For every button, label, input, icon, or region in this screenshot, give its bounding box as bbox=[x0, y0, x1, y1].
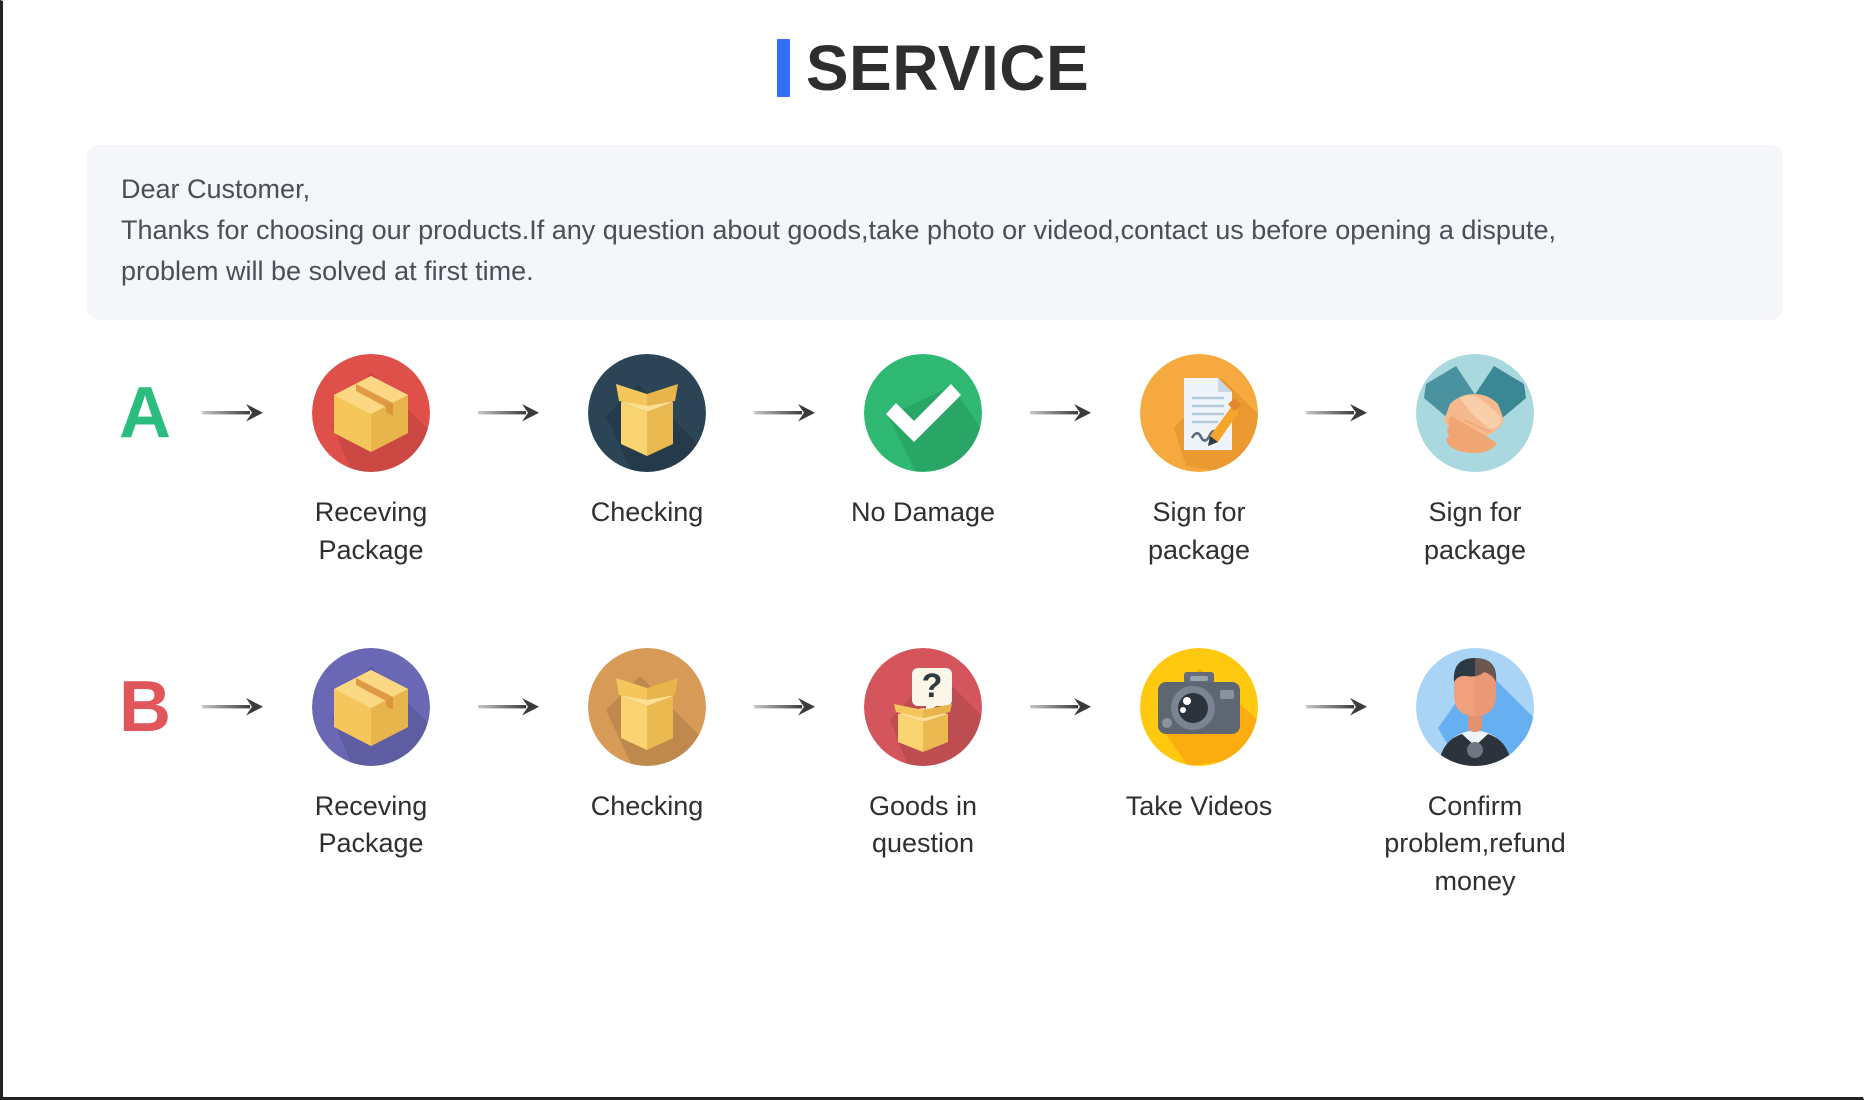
open-box-icon bbox=[588, 647, 706, 766]
arrow-right-icon bbox=[191, 648, 275, 766]
arrow-right-icon bbox=[1295, 354, 1379, 472]
flow-step-label: Checking bbox=[590, 497, 704, 528]
flow-row-b: B Receving Package Checking ? Goods in q… bbox=[99, 647, 1793, 901]
flow-step: Confirm problem,refund money bbox=[1379, 647, 1571, 901]
notice-line-3: problem will be solved at first time. bbox=[121, 256, 534, 287]
handshake-icon bbox=[1416, 354, 1534, 473]
signed-document-icon bbox=[1140, 354, 1258, 473]
flow-step: ? Goods in question bbox=[827, 647, 1019, 864]
flow-step: Receving Package bbox=[275, 647, 467, 864]
flow-row-label-b: B bbox=[119, 666, 171, 747]
flow-step-label: Sign for package bbox=[1423, 497, 1527, 565]
flow-step-label: Take Videos bbox=[1125, 790, 1273, 821]
arrow-right-icon bbox=[1295, 648, 1379, 766]
arrow-right-icon bbox=[1019, 354, 1103, 472]
arrow-right-icon bbox=[467, 354, 551, 472]
closed-box-icon bbox=[312, 647, 430, 766]
question-box-icon: ? bbox=[864, 647, 982, 766]
camera-icon bbox=[1140, 647, 1258, 766]
flow-step-label: Receving Package bbox=[314, 497, 428, 565]
customer-notice-box: Dear Customer, Thanks for choosing our p… bbox=[87, 145, 1783, 321]
flow-step-label: Goods in question bbox=[868, 790, 978, 859]
flow-step-label: Sign for package bbox=[1147, 497, 1251, 565]
flow-row-label-a: A bbox=[119, 373, 171, 454]
page-title: SERVICE bbox=[805, 32, 1090, 104]
notice-line-1: Dear Customer, bbox=[121, 174, 311, 204]
flow-step: Sign for package bbox=[1379, 354, 1571, 570]
arrow-right-icon bbox=[743, 354, 827, 472]
flow-step-label: No Damage bbox=[850, 497, 996, 528]
checkmark-icon bbox=[864, 354, 982, 473]
flow-row-a: A Receving Package Checking No Damage Si… bbox=[99, 354, 1793, 570]
arrow-right-icon bbox=[743, 648, 827, 766]
notice-line-2: Thanks for choosing our products.If any … bbox=[121, 215, 1556, 246]
title-accent-bar bbox=[776, 39, 790, 97]
open-box-icon bbox=[588, 354, 706, 473]
flow-step: Take Videos bbox=[1103, 647, 1295, 826]
flow-step-label: Receving Package bbox=[314, 790, 428, 859]
page-header: SERVICE bbox=[3, 1, 1863, 100]
flow-step: Receving Package bbox=[275, 354, 467, 570]
svg-text:?: ? bbox=[922, 667, 943, 705]
process-flow: A Receving Package Checking No Damage Si… bbox=[3, 354, 1863, 901]
flow-step-label: Confirm problem,refund money bbox=[1384, 790, 1566, 897]
closed-box-icon bbox=[312, 354, 430, 473]
flow-step: No Damage bbox=[827, 354, 1019, 532]
flow-step: Checking bbox=[551, 647, 743, 826]
support-agent-icon bbox=[1416, 647, 1534, 766]
flow-step: Sign for package bbox=[1103, 354, 1295, 570]
arrow-right-icon bbox=[191, 354, 275, 472]
flow-step-label: Checking bbox=[590, 790, 704, 821]
arrow-right-icon bbox=[1019, 648, 1103, 766]
service-page: SERVICE Dear Customer, Thanks for choosi… bbox=[0, 0, 1864, 1100]
arrow-right-icon bbox=[467, 648, 551, 766]
flow-step: Checking bbox=[551, 354, 743, 532]
